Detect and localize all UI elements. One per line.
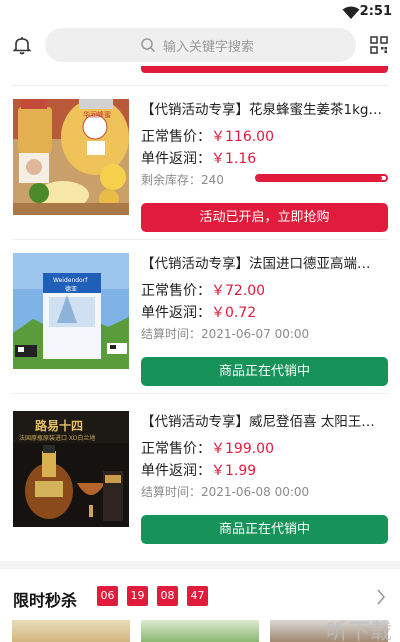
search-placeholder: 输入关键字搜索 [163,40,255,55]
regular-price-row: 正常售价：￥199.00 [141,438,274,458]
product-title[interactable]: 【代销活动专享】花泉蜂蜜生姜茶1kg… [141,98,389,118]
settlement-row: 结算时间：2021-06-08 00:00 [141,483,309,500]
rebate-price: ￥1.99 [211,463,257,479]
regular-price-label: 正常售价： [141,441,211,457]
consigning-status-button[interactable]: 商品正在代销中 [141,515,388,544]
flash-sale-section: 限时秒杀 06 19 08 47 听下载 [0,569,400,642]
search-input[interactable]: 输入关键字搜索 [45,28,356,62]
product-card[interactable]: 路易十四 法国原瓶原装进口 XO白兰地 【代销活动专享】威尼登佰喜 太阳王… 正… [0,398,400,552]
flash-sale-item-image[interactable] [12,620,130,642]
stock-progress-fill [257,176,383,180]
rebate-label: 单件返润： [141,305,211,321]
product-title[interactable]: 【代销活动专享】威尼登佰喜 太阳王… [141,410,389,430]
settlement-time: 2021-06-08 00:00 [201,485,310,499]
rebate-row: 单件返润：￥1.99 [141,460,256,480]
milk-caption-label: 德亚 [65,286,78,293]
stock-progress-bar [255,174,388,182]
rebate-row: 单件返润：￥1.16 [141,148,256,168]
countdown-minutes: 19 [127,586,148,606]
milk-brand-label: Weidendorf [53,277,88,284]
honey-jar-label: 华润蜂蜜 [83,111,111,119]
watermark: 听下载 [325,620,392,642]
search-icon [140,37,156,57]
product-image-honey-tea[interactable]: 华润蜂蜜 [13,99,129,215]
section-separator [0,561,400,569]
countdown-hours: 06 [97,586,118,606]
regular-price-row: 正常售价：￥72.00 [141,280,265,300]
settlement-label: 结算时间： [141,327,202,341]
consigning-status-button[interactable]: 商品正在代销中 [141,357,388,386]
wifi-icon [342,5,360,24]
bell-icon[interactable] [12,35,32,59]
product-card[interactable]: Weidendorf 德亚 【代销活动专享】法国进口德亚高端… 正常售价：￥72… [0,240,400,394]
stock-value: 240 [201,173,224,187]
scan-icon[interactable] [370,36,388,58]
countdown-fraction: 47 [187,586,208,606]
product-list: 华润蜂蜜 【代销活动专享】花泉蜂蜜生姜茶1kg… 正常售价：￥116.00 单件… [0,66,400,642]
product-image-milk[interactable]: Weidendorf 德亚 [13,253,129,369]
wine-title-label: 路易十四 [35,419,84,433]
regular-price-label: 正常售价： [141,283,211,299]
stock-label: 剩余库存： [141,173,202,187]
flash-sale-item-image[interactable] [141,620,259,642]
countdown-seconds: 08 [157,586,178,606]
rebate-label: 单件返润： [141,151,211,167]
regular-price: ￥116.00 [211,129,274,145]
rebate-row: 单件返润：￥0.72 [141,302,256,322]
status-bar: 2:51 [0,0,400,26]
product-title[interactable]: 【代销活动专享】法国进口德亚高端… [141,252,389,272]
search-header: 输入关键字搜索 [0,26,400,66]
wine-sub-label: 法国原瓶原装进口 XO白兰地 [19,435,96,442]
stock-row: 剩余库存：240 [141,171,224,188]
product-image-brandy[interactable]: 路易十四 法国原瓶原装进口 XO白兰地 [13,411,129,527]
flash-sale-title: 限时秒杀 [13,591,78,610]
settlement-time: 2021-06-07 00:00 [201,327,310,341]
regular-price: ￥72.00 [211,283,266,299]
status-time: 2:51 [359,4,392,19]
settlement-row: 结算时间：2021-06-07 00:00 [141,325,309,342]
chevron-right-icon[interactable] [376,589,386,609]
rebate-price: ￥1.16 [211,151,257,167]
regular-price-row: 正常售价：￥116.00 [141,126,274,146]
buy-now-button[interactable]: 活动已开启，立即抢购 [141,203,388,232]
divider [12,393,388,394]
rebate-price: ￥0.72 [211,305,257,321]
regular-price: ￥199.00 [211,441,274,457]
product-card[interactable]: 华润蜂蜜 【代销活动专享】花泉蜂蜜生姜茶1kg… 正常售价：￥116.00 单件… [0,86,400,240]
settlement-label: 结算时间： [141,485,202,499]
previous-card-button[interactable] [141,66,388,73]
rebate-label: 单件返润： [141,463,211,479]
regular-price-label: 正常售价： [141,129,211,145]
